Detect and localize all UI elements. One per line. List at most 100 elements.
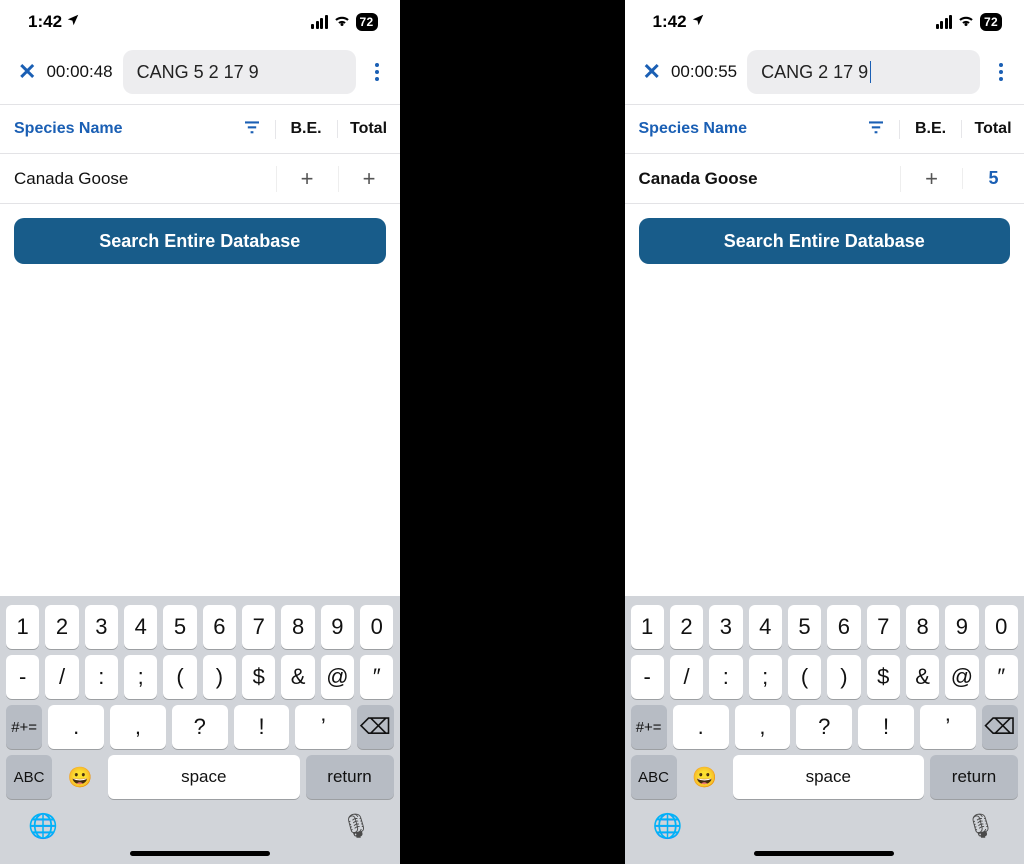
key-2[interactable]: 2 <box>45 605 78 649</box>
total-cell[interactable]: 5 <box>962 168 1024 189</box>
key-return[interactable]: return <box>930 755 1018 799</box>
signal-icon <box>936 15 953 29</box>
key-1[interactable]: 1 <box>631 605 664 649</box>
key-return[interactable]: return <box>306 755 394 799</box>
key[interactable]: . <box>673 705 729 749</box>
col-be: B.E. <box>276 120 338 138</box>
kebab-menu-icon[interactable] <box>366 63 388 81</box>
species-cell[interactable]: Canada Goose <box>625 169 901 189</box>
key-abc[interactable]: ABC <box>6 755 52 799</box>
col-total: Total <box>962 120 1024 138</box>
key[interactable]: $ <box>242 655 275 699</box>
key-9[interactable]: 9 <box>321 605 354 649</box>
key[interactable]: - <box>6 655 39 699</box>
backspace-icon[interactable]: ⌫ <box>357 705 393 749</box>
kebab-menu-icon[interactable] <box>990 63 1012 81</box>
key-6[interactable]: 6 <box>203 605 236 649</box>
key[interactable]: $ <box>867 655 900 699</box>
wifi-icon <box>957 12 975 32</box>
emoji-icon[interactable]: 😀 <box>683 755 727 799</box>
filter-icon[interactable] <box>867 120 885 139</box>
keyboard-bottom-bar: 🌐🎙 <box>629 802 1021 847</box>
key-2[interactable]: 2 <box>670 605 703 649</box>
key-7[interactable]: 7 <box>242 605 275 649</box>
key-symbols[interactable]: #+= <box>631 705 667 749</box>
key[interactable]: ! <box>858 705 914 749</box>
key[interactable]: & <box>281 655 314 699</box>
key[interactable]: ; <box>749 655 782 699</box>
key[interactable]: ? <box>172 705 228 749</box>
key[interactable]: / <box>45 655 78 699</box>
mic-icon[interactable]: 🎙 <box>966 812 996 841</box>
key[interactable]: : <box>709 655 742 699</box>
search-input[interactable]: CANG 2 17 9 <box>747 50 980 94</box>
key-abc[interactable]: ABC <box>631 755 677 799</box>
col-species-name[interactable]: Species Name <box>0 120 276 139</box>
search-input[interactable]: CANG 5 2 17 9 <box>123 50 356 94</box>
text-caret <box>870 61 871 83</box>
key[interactable]: ? <box>796 705 852 749</box>
filter-icon[interactable] <box>243 120 261 139</box>
key-8[interactable]: 8 <box>281 605 314 649</box>
table-row: Canada Goose++ <box>0 154 400 204</box>
key[interactable]: ’ <box>920 705 976 749</box>
be-add-button[interactable]: + <box>276 166 338 192</box>
globe-icon[interactable]: 🌐 <box>653 812 683 841</box>
key-8[interactable]: 8 <box>906 605 939 649</box>
key[interactable]: ) <box>203 655 236 699</box>
col-species-name[interactable]: Species Name <box>625 120 901 139</box>
key[interactable]: / <box>670 655 703 699</box>
key-3[interactable]: 3 <box>85 605 118 649</box>
key[interactable]: ( <box>163 655 196 699</box>
key-0[interactable]: 0 <box>985 605 1018 649</box>
key-symbols[interactable]: #+= <box>6 705 42 749</box>
key[interactable]: ’ <box>295 705 351 749</box>
key[interactable]: . <box>48 705 104 749</box>
table-header: Species NameB.E.Total <box>0 104 400 154</box>
key[interactable]: ; <box>124 655 157 699</box>
key-0[interactable]: 0 <box>360 605 393 649</box>
status-bar: 1:4272 <box>0 0 400 44</box>
search-value: CANG 2 17 9 <box>761 62 868 83</box>
key[interactable]: @ <box>945 655 978 699</box>
key[interactable]: : <box>85 655 118 699</box>
close-icon[interactable]: ✕ <box>643 61 661 83</box>
toolbar: ✕00:00:48CANG 5 2 17 9 <box>0 44 400 104</box>
mic-icon[interactable]: 🎙 <box>341 812 371 841</box>
backspace-icon[interactable]: ⌫ <box>982 705 1018 749</box>
key[interactable]: ″ <box>360 655 393 699</box>
key[interactable]: ! <box>234 705 290 749</box>
status-time: 1:42 <box>653 12 687 32</box>
total-cell[interactable]: + <box>338 166 400 192</box>
key[interactable]: & <box>906 655 939 699</box>
key[interactable]: ( <box>788 655 821 699</box>
key[interactable]: , <box>735 705 791 749</box>
table-row: Canada Goose+5 <box>625 154 1024 204</box>
key-1[interactable]: 1 <box>6 605 39 649</box>
phone-screen: 1:4272✕00:00:48CANG 5 2 17 9Species Name… <box>0 0 400 864</box>
key-space[interactable]: space <box>108 755 300 799</box>
close-icon[interactable]: ✕ <box>18 61 36 83</box>
search-database-button[interactable]: Search Entire Database <box>639 218 1011 264</box>
key-4[interactable]: 4 <box>124 605 157 649</box>
key-3[interactable]: 3 <box>709 605 742 649</box>
key-6[interactable]: 6 <box>827 605 860 649</box>
be-add-button[interactable]: + <box>900 166 962 192</box>
key-7[interactable]: 7 <box>867 605 900 649</box>
key-4[interactable]: 4 <box>749 605 782 649</box>
key[interactable]: ) <box>827 655 860 699</box>
key-5[interactable]: 5 <box>163 605 196 649</box>
key-9[interactable]: 9 <box>945 605 978 649</box>
key-space[interactable]: space <box>733 755 925 799</box>
key[interactable]: @ <box>321 655 354 699</box>
key-5[interactable]: 5 <box>788 605 821 649</box>
search-database-button[interactable]: Search Entire Database <box>14 218 386 264</box>
globe-icon[interactable]: 🌐 <box>28 812 58 841</box>
signal-icon <box>311 15 328 29</box>
keyboard: 1234567890 -/:;()$&@″ #+=.,?!’⌫ ABC😀spacere… <box>0 596 400 864</box>
key[interactable]: , <box>110 705 166 749</box>
species-cell[interactable]: Canada Goose <box>0 169 276 189</box>
emoji-icon[interactable]: 😀 <box>58 755 102 799</box>
key[interactable]: ″ <box>985 655 1018 699</box>
key[interactable]: - <box>631 655 664 699</box>
